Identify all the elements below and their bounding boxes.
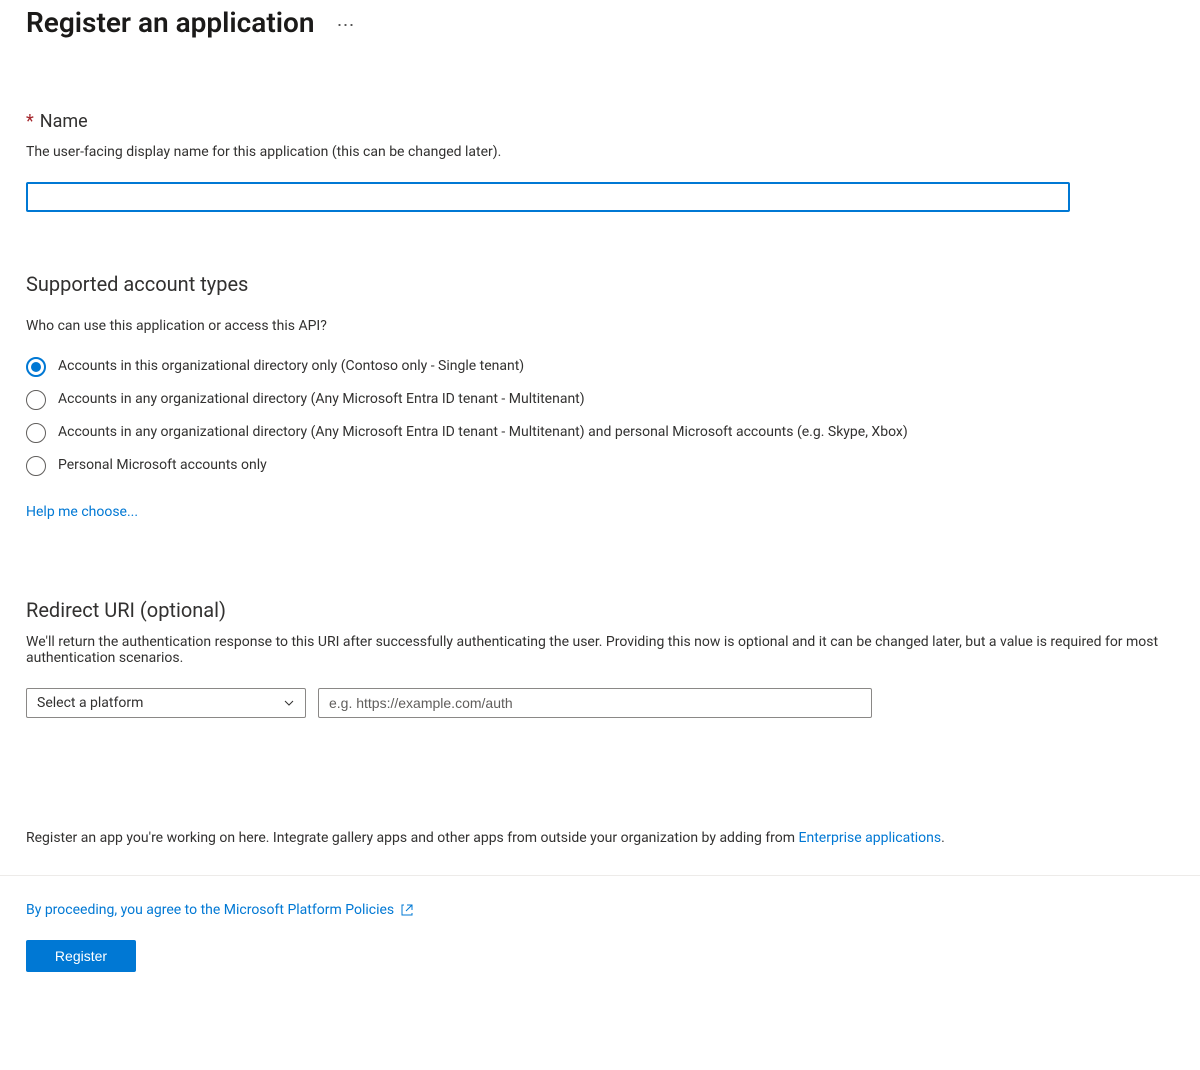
integrate-note-prefix: Register an app you're working on here. …	[26, 830, 799, 846]
radio-label: Accounts in any organizational directory…	[58, 422, 908, 442]
name-label: Name	[40, 111, 88, 132]
account-type-option-single-tenant[interactable]: Accounts in this organizational director…	[26, 356, 1174, 377]
page-title: Register an application	[26, 6, 315, 39]
required-indicator: *	[26, 111, 34, 132]
account-type-option-multitenant[interactable]: Accounts in any organizational directory…	[26, 389, 1174, 410]
name-input[interactable]	[26, 182, 1070, 212]
account-types-question: Who can use this application or access t…	[26, 318, 1174, 334]
radio-unselected-icon	[26, 423, 46, 443]
redirect-uri-heading: Redirect URI (optional)	[26, 598, 1174, 622]
redirect-uri-help-text: We'll return the authentication response…	[26, 634, 1174, 666]
platform-select[interactable]: Select a platform	[26, 688, 306, 718]
redirect-uri-input[interactable]	[318, 688, 872, 718]
account-type-option-multitenant-personal[interactable]: Accounts in any organizational directory…	[26, 422, 1174, 443]
radio-label: Accounts in any organizational directory…	[58, 389, 585, 409]
account-type-option-personal-only[interactable]: Personal Microsoft accounts only	[26, 455, 1174, 476]
name-section: * Name The user-facing display name for …	[26, 111, 1174, 212]
open-in-new-icon	[400, 903, 414, 917]
enterprise-applications-link[interactable]: Enterprise applications	[799, 830, 942, 846]
integrate-note: Register an app you're working on here. …	[26, 828, 1174, 849]
name-help-text: The user-facing display name for this ap…	[26, 144, 1174, 160]
redirect-uri-section: Redirect URI (optional) We'll return the…	[26, 598, 1174, 718]
radio-label: Accounts in this organizational director…	[58, 356, 524, 376]
radio-label: Personal Microsoft accounts only	[58, 455, 267, 475]
integrate-note-suffix: .	[941, 830, 945, 846]
radio-unselected-icon	[26, 390, 46, 410]
chevron-down-icon	[283, 697, 295, 709]
account-types-heading: Supported account types	[26, 272, 1174, 296]
help-me-choose-link[interactable]: Help me choose...	[26, 504, 138, 520]
radio-unselected-icon	[26, 456, 46, 476]
more-icon[interactable]: ⋯	[337, 11, 356, 35]
platform-policies-link[interactable]: By proceeding, you agree to the Microsof…	[26, 902, 394, 918]
register-button[interactable]: Register	[26, 940, 136, 972]
account-types-section: Supported account types Who can use this…	[26, 272, 1174, 520]
radio-selected-icon	[26, 357, 46, 377]
platform-select-value: Select a platform	[37, 695, 143, 711]
divider	[0, 875, 1200, 876]
